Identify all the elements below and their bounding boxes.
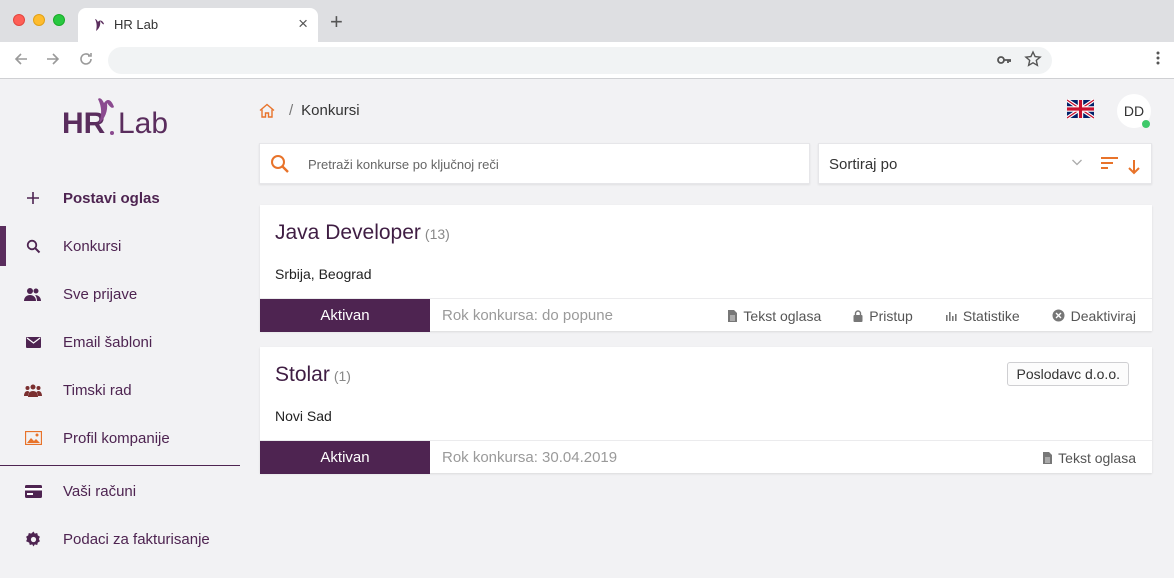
close-window-button[interactable] (13, 14, 25, 26)
sidebar-item-timski-rad[interactable]: Timski rad (0, 370, 240, 410)
document-icon (1043, 451, 1053, 464)
job-title-text: Stolar (275, 363, 330, 386)
sidebar-item-vasi-racuni[interactable]: Vaši računi (0, 471, 240, 511)
breadcrumb-current: Konkursi (301, 101, 360, 119)
key-icon[interactable] (996, 52, 1012, 68)
sidebar-item-profil-kompanije[interactable]: Profil kompanije (0, 418, 240, 458)
job-deadline: Rok konkursa: do popune (442, 307, 613, 324)
applicant-count: (13) (424, 226, 450, 242)
browser-tab-bar: HR Lab × + (0, 0, 1174, 42)
job-access-link[interactable]: Pristup (853, 308, 913, 324)
browser-tab[interactable]: HR Lab × (78, 8, 318, 42)
logo-hr-text: HR (62, 107, 106, 137)
breadcrumb: / Konkursi (259, 100, 360, 120)
bar-chart-icon (945, 311, 957, 321)
applicant-count: (1) (333, 368, 351, 384)
lock-icon (853, 309, 863, 322)
job-card-stolar[interactable]: Stolar (1) Poslodavc d.o.o. Novi Sad Akti… (260, 347, 1152, 474)
job-actions: Tekst oglasa Pristup Statistike Deaktivi… (696, 299, 1136, 332)
job-statistics-link[interactable]: Statistike (945, 308, 1020, 324)
tab-close-button[interactable]: × (298, 14, 308, 34)
menu-dots-icon[interactable] (1156, 50, 1160, 66)
sidebar-item-label: Email šabloni (63, 333, 153, 351)
avatar-initials: DD (1123, 103, 1145, 119)
job-title-text: Java Developer (275, 221, 421, 244)
breadcrumb-separator: / (289, 101, 294, 119)
envelope-icon (24, 333, 42, 351)
job-location: Novi Sad (275, 408, 332, 424)
job-card-footer: Aktivan Rok konkursa: 30.04.2019 Tekst o… (260, 440, 1152, 474)
online-status-dot (1142, 120, 1150, 128)
logo-lab-text: Lab (118, 107, 168, 137)
sidebar-divider (0, 465, 240, 466)
sidebar-item-label: Timski rad (63, 381, 132, 399)
plus-icon (24, 189, 42, 207)
forward-arrow-icon[interactable] (45, 51, 61, 67)
job-title[interactable]: Java Developer (13) (275, 221, 450, 245)
job-deactivate-link[interactable]: Deaktiviraj (1052, 308, 1136, 324)
image-icon (24, 429, 42, 447)
team-icon (24, 381, 42, 399)
hrlab-logo[interactable]: HR Lab (62, 89, 182, 137)
job-text-link[interactable]: Tekst oglasa (728, 308, 821, 324)
job-deadline: Rok konkursa: 30.04.2019 (442, 449, 618, 466)
job-statistics-label: Statistike (962, 307, 1020, 324)
new-tab-button[interactable]: + (330, 11, 343, 33)
job-text-label: Tekst oglasa (1058, 449, 1136, 466)
search-box[interactable] (259, 143, 810, 184)
sidebar-item-label: Vaši računi (63, 482, 137, 500)
browser-toolbar (0, 42, 1174, 79)
sort-label: Sortiraj po (829, 156, 898, 173)
status-badge[interactable]: Aktivan (260, 299, 430, 332)
sidebar-item-label: Profil kompanije (63, 429, 170, 447)
chevron-down-icon (1072, 159, 1082, 166)
hrlab-favicon-icon (95, 19, 104, 31)
sort-dropdown[interactable]: Sortiraj po (818, 143, 1152, 184)
sidebar-item-label: Podaci za fakturisanje (63, 530, 210, 548)
job-title[interactable]: Stolar (1) (275, 363, 351, 387)
people-icon (24, 285, 42, 303)
uk-flag-icon[interactable] (1067, 99, 1094, 119)
maximize-window-button[interactable] (53, 14, 65, 26)
star-icon[interactable] (1024, 50, 1042, 68)
job-text-label: Tekst oglasa (743, 307, 822, 324)
sidebar: HR Lab Postavi oglas Konkursi Sve prijav… (0, 79, 240, 578)
minimize-window-button[interactable] (33, 14, 45, 26)
job-text-link[interactable]: Tekst oglasa (1043, 450, 1136, 466)
job-actions: Tekst oglasa (1011, 441, 1136, 474)
sidebar-item-podaci-za-fakturisanje[interactable]: Podaci za fakturisanje (0, 519, 240, 559)
job-card-java-developer[interactable]: Java Developer (13) Srbija, Beograd Aktiv… (260, 205, 1152, 332)
job-deactivate-label: Deaktiviraj (1070, 307, 1136, 324)
sidebar-item-postavi-oglas[interactable]: Postavi oglas (0, 178, 240, 218)
sidebar-item-label: Konkursi (63, 237, 122, 255)
document-icon (728, 309, 738, 322)
search-input[interactable] (308, 153, 788, 175)
tab-title: HR Lab (114, 17, 159, 32)
back-arrow-icon[interactable] (13, 51, 29, 67)
job-location: Srbija, Beograd (275, 266, 372, 282)
sidebar-item-sve-prijave[interactable]: Sve prijave (0, 274, 240, 314)
search-icon (271, 155, 289, 173)
credit-card-icon (24, 482, 42, 500)
address-bar[interactable] (108, 47, 1052, 74)
status-badge[interactable]: Aktivan (260, 441, 430, 474)
close-circle-icon (1052, 309, 1065, 322)
home-icon[interactable] (259, 103, 275, 118)
reload-icon[interactable] (78, 51, 94, 67)
gear-icon (24, 530, 42, 548)
sort-direction-icon[interactable] (1100, 155, 1142, 175)
company-badge: Poslodavc d.o.o. (1007, 362, 1129, 386)
job-access-label: Pristup (869, 307, 913, 324)
job-card-footer: Aktivan Rok konkursa: do popune Tekst og… (260, 298, 1152, 332)
sidebar-item-label: Postavi oglas (63, 189, 160, 207)
sidebar-item-label: Sve prijave (63, 285, 138, 303)
search-icon (24, 237, 42, 255)
sidebar-item-konkursi[interactable]: Konkursi (0, 226, 240, 266)
sidebar-item-email-sabloni[interactable]: Email šabloni (0, 322, 240, 362)
